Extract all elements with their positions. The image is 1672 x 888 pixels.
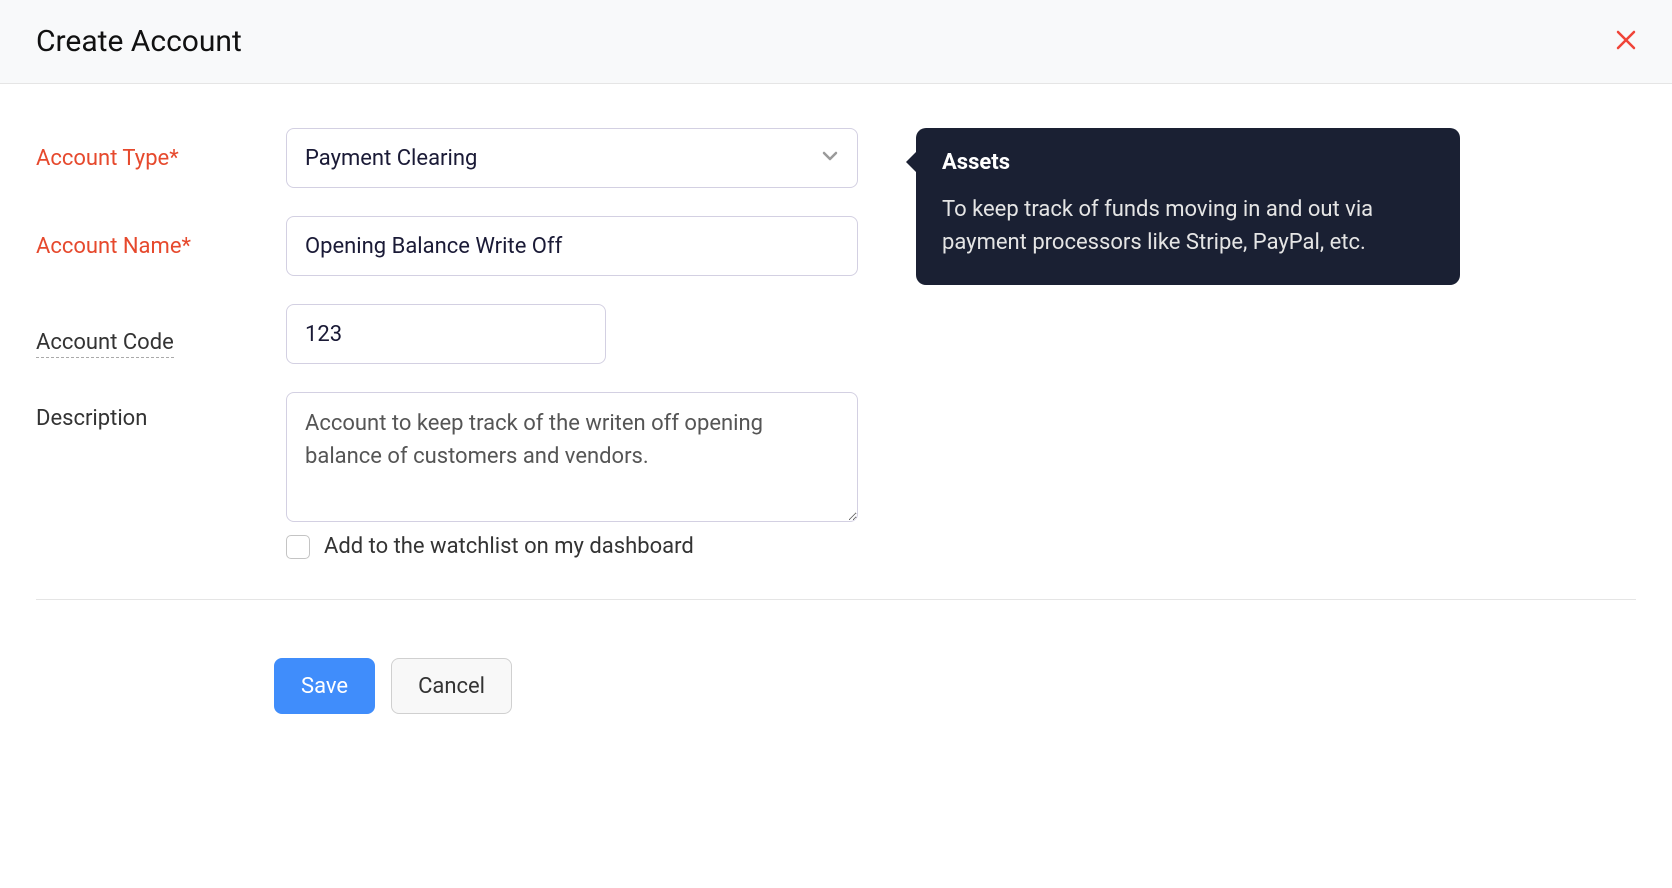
account-name-input[interactable] xyxy=(286,216,858,276)
account-name-label: Account Name* xyxy=(36,234,286,259)
account-type-label: Account Type* xyxy=(36,146,286,171)
account-code-row: Account Code xyxy=(36,304,1636,364)
divider xyxy=(36,599,1636,600)
cancel-button[interactable]: Cancel xyxy=(391,658,512,714)
description-row: Description xyxy=(36,392,1636,522)
account-type-select[interactable]: Payment Clearing xyxy=(286,128,858,188)
dialog-header: Create Account xyxy=(0,0,1672,84)
save-button[interactable]: Save xyxy=(274,658,375,714)
account-type-value: Payment Clearing xyxy=(305,146,477,171)
account-code-input[interactable] xyxy=(286,304,606,364)
description-textarea[interactable] xyxy=(286,392,858,522)
tooltip-body: To keep track of funds moving in and out… xyxy=(942,193,1434,259)
description-label: Description xyxy=(36,392,286,431)
dialog-title: Create Account xyxy=(36,24,242,59)
watchlist-label: Add to the watchlist on my dashboard xyxy=(324,534,694,559)
account-code-label: Account Code xyxy=(36,316,174,358)
close-icon[interactable] xyxy=(1616,30,1636,54)
watchlist-checkbox[interactable] xyxy=(286,535,310,559)
tooltip-title: Assets xyxy=(942,150,1434,175)
watchlist-row: Add to the watchlist on my dashboard xyxy=(286,534,1636,559)
dialog-footer: Save Cancel xyxy=(0,630,1672,742)
account-type-tooltip: Assets To keep track of funds moving in … xyxy=(916,128,1460,285)
